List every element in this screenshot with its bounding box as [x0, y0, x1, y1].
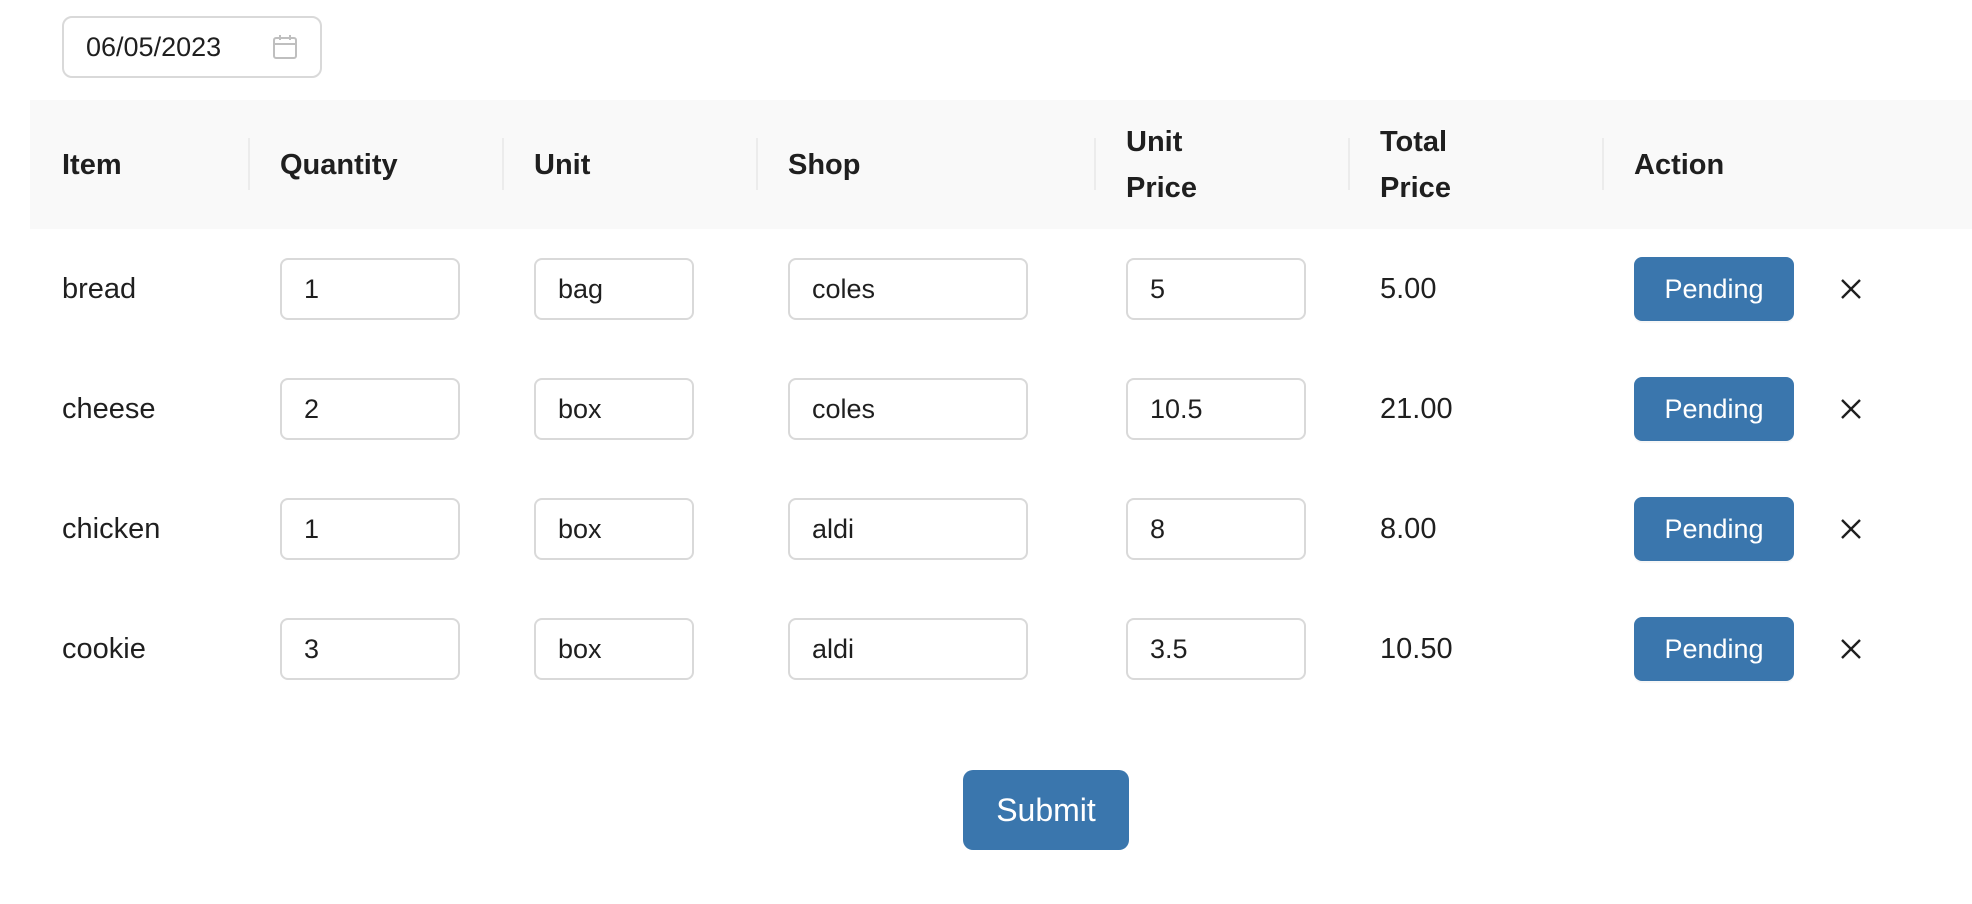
close-icon[interactable] — [1836, 394, 1866, 424]
column-separator — [502, 138, 504, 190]
shopping-table-container: Item Quantity Unit Shop Unit Price Total… — [30, 100, 1972, 709]
action-cell: Pending — [1602, 349, 1972, 469]
unit-price-cell — [1094, 589, 1348, 709]
table-row: cookie 10.50 Pending — [30, 589, 1972, 709]
shop-input[interactable] — [788, 258, 1028, 320]
table-header-row: Item Quantity Unit Shop Unit Price Total… — [30, 100, 1972, 229]
action-cell: Pending — [1602, 229, 1972, 349]
unit-price-input[interactable] — [1126, 618, 1306, 680]
date-input[interactable] — [86, 31, 256, 63]
unit-cell — [502, 589, 756, 709]
unit-input[interactable] — [534, 378, 694, 440]
column-header-total-price: Total Price — [1348, 100, 1602, 229]
shop-input[interactable] — [788, 498, 1028, 560]
close-icon[interactable] — [1836, 634, 1866, 664]
date-picker[interactable] — [62, 16, 322, 78]
close-icon[interactable] — [1836, 514, 1866, 544]
quantity-cell — [248, 349, 502, 469]
column-header-item: Item — [62, 148, 122, 181]
table-row: bread 5.00 Pending — [30, 229, 1972, 349]
unit-price-input[interactable] — [1126, 378, 1306, 440]
total-price: 8.00 — [1380, 512, 1437, 545]
shop-cell — [756, 589, 1094, 709]
shop-cell — [756, 229, 1094, 349]
column-separator — [1094, 138, 1096, 190]
quantity-input[interactable] — [280, 378, 460, 440]
table-row: cheese 21.00 Pending — [30, 349, 1972, 469]
quantity-input[interactable] — [280, 618, 460, 680]
column-header-shop: Shop — [756, 100, 1094, 229]
quantity-input[interactable] — [280, 498, 460, 560]
calendar-icon[interactable] — [272, 34, 298, 60]
unit-price-input[interactable] — [1126, 258, 1306, 320]
column-header-action: Action — [1602, 100, 1972, 229]
column-separator — [1602, 138, 1604, 190]
pending-button[interactable]: Pending — [1634, 377, 1794, 441]
unit-price-cell — [1094, 229, 1348, 349]
table-row: chicken 8.00 Pending — [30, 469, 1972, 589]
column-header-unit: Unit — [502, 100, 756, 229]
unit-cell — [502, 349, 756, 469]
total-price: 5.00 — [1380, 272, 1437, 305]
quantity-cell — [248, 589, 502, 709]
quantity-input[interactable] — [280, 258, 460, 320]
column-separator — [1348, 138, 1350, 190]
column-header-quantity: Quantity — [248, 100, 502, 229]
shop-cell — [756, 469, 1094, 589]
shop-input[interactable] — [788, 618, 1028, 680]
shop-cell — [756, 349, 1094, 469]
total-price: 21.00 — [1380, 392, 1453, 425]
pending-button[interactable]: Pending — [1634, 497, 1794, 561]
unit-price-cell — [1094, 349, 1348, 469]
item-name: cheese — [62, 392, 156, 425]
unit-input[interactable] — [534, 258, 694, 320]
column-separator — [756, 138, 758, 190]
quantity-cell — [248, 229, 502, 349]
item-name: cookie — [62, 632, 146, 665]
unit-cell — [502, 229, 756, 349]
column-header-unit-price: Unit Price — [1094, 100, 1348, 229]
pending-button[interactable]: Pending — [1634, 617, 1794, 681]
action-cell: Pending — [1602, 469, 1972, 589]
unit-input[interactable] — [534, 618, 694, 680]
quantity-cell — [248, 469, 502, 589]
submit-button[interactable]: Submit — [963, 770, 1129, 850]
shop-input[interactable] — [788, 378, 1028, 440]
close-icon[interactable] — [1836, 274, 1866, 304]
item-name: chicken — [62, 512, 161, 545]
shopping-table: Item Quantity Unit Shop Unit Price Total… — [30, 100, 1972, 709]
unit-input[interactable] — [534, 498, 694, 560]
pending-button[interactable]: Pending — [1634, 257, 1794, 321]
total-price: 10.50 — [1380, 632, 1453, 665]
unit-cell — [502, 469, 756, 589]
action-cell: Pending — [1602, 589, 1972, 709]
unit-price-input[interactable] — [1126, 498, 1306, 560]
column-separator — [248, 138, 250, 190]
unit-price-cell — [1094, 469, 1348, 589]
item-name: bread — [62, 272, 137, 305]
